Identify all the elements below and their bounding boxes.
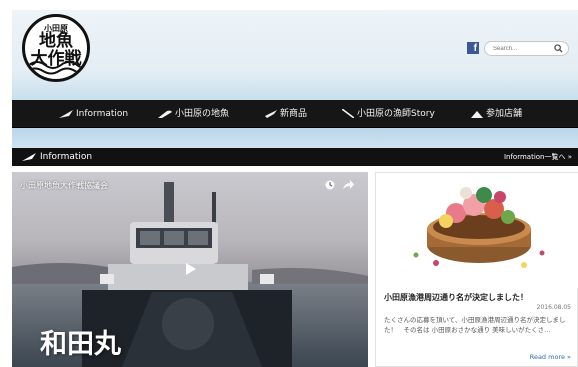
logo-line-2: 地魚 bbox=[39, 31, 73, 51]
mountain-icon bbox=[471, 110, 483, 118]
main-nav: Information 小田原の地魚 新商品 小田原の漁師Story 参加店舗 bbox=[12, 100, 578, 128]
video-player[interactable]: 小田原地魚大作戦協議会 和田丸 bbox=[12, 172, 368, 367]
logo-line-3: 大作戦 bbox=[30, 49, 82, 69]
nav-item-information[interactable]: Information bbox=[59, 100, 128, 128]
knife-icon bbox=[265, 109, 277, 118]
nav-item-label: 新商品 bbox=[280, 109, 308, 119]
site-logo[interactable]: 小田原 地魚 大作戦 bbox=[22, 14, 90, 82]
page: 小田原 地魚 大作戦 f Information 小田原の地魚 bbox=[0, 0, 578, 367]
play-icon[interactable] bbox=[183, 262, 197, 276]
search-icon[interactable] bbox=[554, 44, 563, 53]
nav-item-label: Information bbox=[76, 109, 129, 119]
section-title-label: Information bbox=[40, 152, 93, 162]
video-title: 小田原地魚大作戦協議会 bbox=[20, 181, 108, 190]
fishing-rod-icon bbox=[342, 109, 354, 118]
search-input[interactable] bbox=[493, 43, 553, 54]
search-box bbox=[484, 41, 569, 56]
news-card-title[interactable]: 小田原漁港周辺通り名が決定しました！ bbox=[384, 292, 576, 303]
fish-icon bbox=[158, 110, 172, 118]
clock-icon[interactable] bbox=[325, 180, 335, 190]
boat-name: 和田丸 bbox=[40, 329, 121, 360]
read-more-link[interactable]: Read more » bbox=[530, 353, 571, 361]
news-card-date: 2016.08.05 bbox=[536, 304, 571, 311]
information-section-bar: Information Information一覧へ » bbox=[12, 148, 578, 166]
nav-item-label: 小田原の漁師Story bbox=[357, 109, 435, 119]
nav-item-new-products[interactable]: 新商品 bbox=[265, 100, 307, 128]
feather-pen-icon bbox=[59, 109, 73, 118]
information-list-link[interactable]: Information一覧へ » bbox=[504, 148, 572, 166]
facebook-icon[interactable]: f bbox=[467, 42, 479, 54]
section-title: Information bbox=[22, 148, 92, 166]
news-card-excerpt: たくさんの応募を頂いて、小田原漁港周辺通り名が決定しました！ その名は 小田原お… bbox=[384, 316, 566, 334]
sashimi-plate-image bbox=[413, 187, 545, 268]
nav-item-fisherman-story[interactable]: 小田原の漁師Story bbox=[342, 100, 435, 128]
nav-item-label: 小田原の地魚 bbox=[175, 109, 230, 119]
nav-item-local-fish[interactable]: 小田原の地魚 bbox=[158, 100, 229, 128]
site-header: 小田原 地魚 大作戦 f bbox=[12, 10, 578, 100]
share-icon[interactable] bbox=[343, 180, 354, 190]
header-sky-band bbox=[12, 128, 578, 148]
nav-item-label: 参加店舗 bbox=[486, 109, 523, 119]
news-card[interactable]: 小田原漁港周辺通り名が決定しました！ 2016.08.05 たくさんの応募を頂い… bbox=[375, 172, 578, 367]
nav-item-stores[interactable]: 参加店舗 bbox=[471, 100, 522, 128]
feather-pen-icon bbox=[22, 152, 36, 161]
news-card-image[interactable] bbox=[376, 173, 578, 288]
